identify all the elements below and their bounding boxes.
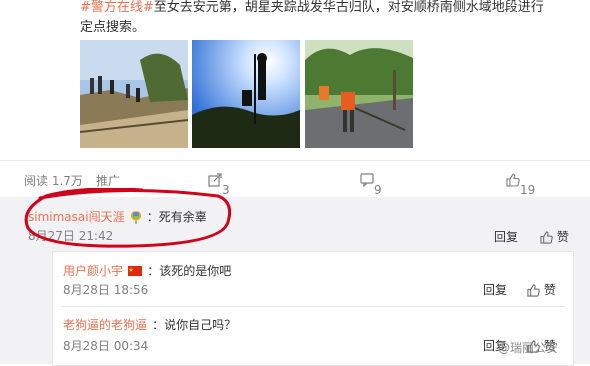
like-label: 赞 <box>556 230 569 244</box>
reply-item: 老狗逼的老狗逼 ：说你自己吗？ 8月28日 00:34 回复 赞 <box>53 310 573 362</box>
reply-button[interactable]: 回复 <box>494 228 518 245</box>
reply-time: 8月28日 00:34 <box>63 339 149 353</box>
thumbs-up-icon <box>540 231 553 244</box>
comment-button[interactable]: 9 <box>360 172 382 197</box>
promote-link[interactable]: 推广 <box>96 172 120 189</box>
watermark: @瑞丽公安 <box>498 341 559 355</box>
comment-text: ：死有余辜 <box>146 210 207 224</box>
post-line-2: 定点搜索。 <box>80 20 146 35</box>
reply-button[interactable]: 回复 <box>483 281 507 298</box>
reply-username[interactable]: 用户颜小宇 <box>63 264 123 278</box>
share-count: 3 <box>222 183 230 197</box>
reply-text: ：该死的是你吧 <box>147 264 232 278</box>
like-button[interactable]: 19 <box>506 172 535 197</box>
comment-time: 8月27日 21:42 <box>28 229 114 243</box>
like-reply-button[interactable]: 赞 <box>527 281 556 298</box>
rainbow-balloon-icon <box>130 210 141 224</box>
reply-text: ：说你自己吗？ <box>152 318 237 332</box>
share-icon <box>208 172 222 187</box>
reply-time: 8月28日 18:56 <box>63 283 149 297</box>
like-label: 赞 <box>543 283 556 297</box>
read-count: 阅读 1.7万 <box>24 174 83 188</box>
reply-divider <box>61 306 565 307</box>
post-photo-3[interactable] <box>305 40 413 148</box>
post-line-1: 至女去安元第，胡星夹踪战发华古归队，对安顺桥南侧水域地段进行 <box>153 0 544 15</box>
topic-link[interactable]: #警方在线# <box>80 0 154 15</box>
post-photo-2[interactable] <box>192 40 300 148</box>
thumbs-up-icon <box>506 172 520 187</box>
thumbs-up-icon <box>527 284 540 297</box>
replies-box: 用户颜小宇 ：该死的是你吧 8月28日 18:56 回复 赞 老狗逼的老狗逼 ：… <box>52 251 574 366</box>
comment-count: 9 <box>374 183 382 197</box>
like-comment-button[interactable]: 赞 <box>540 228 569 245</box>
reply-username[interactable]: 老狗逼的老狗逼 <box>63 318 147 332</box>
post-stats-bar: 阅读 1.7万 推广 3 9 19 <box>0 160 590 198</box>
comment-item: simimasai闯天涯 ：死有余辜 8月27日 21:42 回复 赞 <box>28 197 590 249</box>
post-text: #警方在线#至女去安元第，胡星夹踪战发华古归队，对安顺桥南侧水域地段进行 定点搜… <box>80 0 580 38</box>
share-button[interactable]: 3 <box>208 172 230 197</box>
china-flag-icon <box>128 265 143 276</box>
reply-item: 用户颜小宇 ：该死的是你吧 8月28日 18:56 回复 赞 <box>53 252 573 304</box>
post-photo-1[interactable] <box>80 40 188 148</box>
comment-icon <box>360 172 374 187</box>
comment-username[interactable]: simimasai闯天涯 <box>28 210 125 224</box>
like-count: 19 <box>520 183 536 197</box>
